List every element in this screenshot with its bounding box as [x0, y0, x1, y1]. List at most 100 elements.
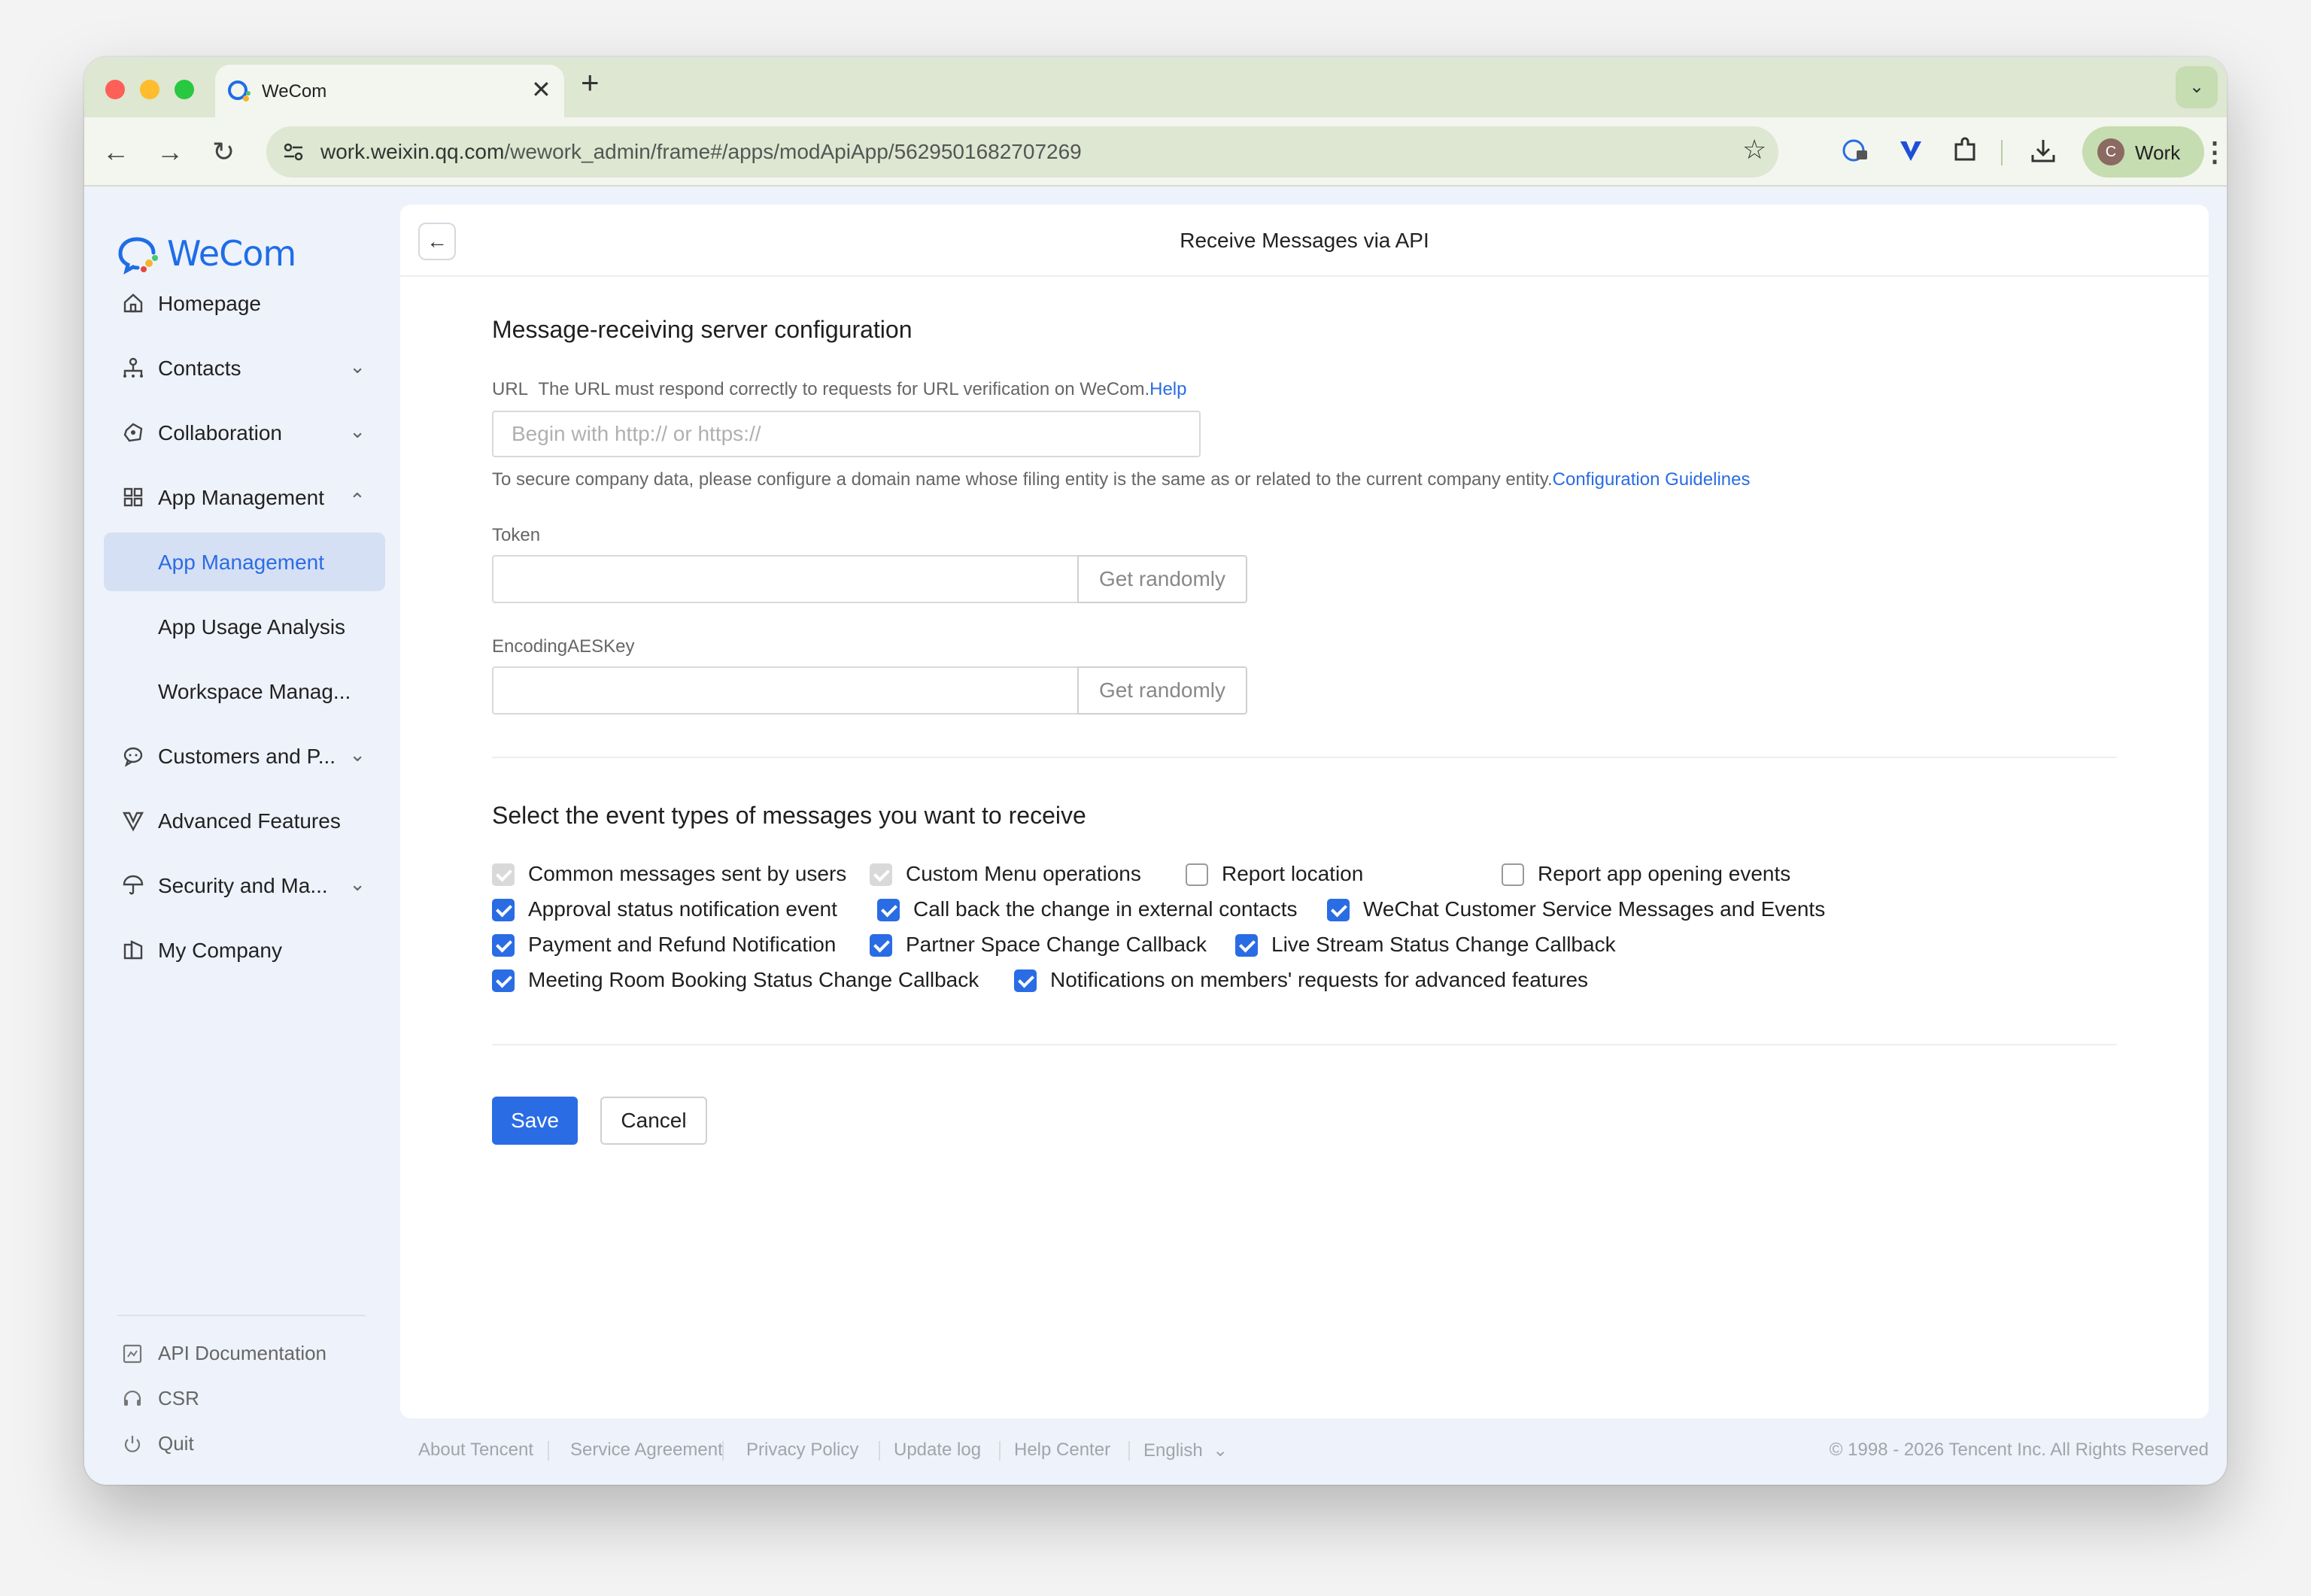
minimize-window-button[interactable] — [140, 80, 159, 99]
back-arrow-icon[interactable]: ← — [102, 134, 129, 170]
footer-separator — [999, 1441, 1001, 1461]
maximize-window-button[interactable] — [175, 80, 194, 99]
url-label: URL — [492, 379, 529, 399]
url-description: The URL must respond correctly to reques… — [538, 379, 1150, 399]
sidebar-item-security[interactable]: Security and Ma... ⌄ — [104, 856, 385, 915]
tab-bar: WeCom ✕ + ⌄ — [84, 57, 2227, 117]
save-button[interactable]: Save — [492, 1097, 578, 1145]
aes-key-get-randomly-button[interactable]: Get randomly — [1077, 666, 1247, 715]
bookmark-star-icon[interactable]: ☆ — [1742, 134, 1766, 165]
sidebar-subitem-app-usage-analysis[interactable]: App Usage Analysis — [104, 597, 385, 656]
checkbox-mark — [492, 969, 515, 992]
home-icon — [123, 293, 143, 313]
sidebar-item-label: App Management — [158, 486, 325, 509]
encoding-aes-key-label: EncodingAESKey — [492, 636, 635, 657]
forward-arrow-icon[interactable]: → — [156, 134, 184, 170]
browser-tab[interactable]: WeCom ✕ — [215, 65, 564, 117]
sidebar-item-label: Advanced Features — [158, 809, 341, 833]
url-field-label: URL The URL must respond correctly to re… — [492, 379, 1186, 400]
vpn-extension-icon[interactable] — [1896, 135, 1926, 165]
close-tab-icon[interactable]: ✕ — [531, 75, 551, 104]
site-settings-icon[interactable] — [281, 140, 305, 164]
sidebar-item-label: Contacts — [158, 357, 241, 380]
checkbox-label: Report location — [1222, 862, 1364, 885]
checkbox-mark — [1014, 969, 1037, 992]
sidebar-item-homepage[interactable]: Homepage — [104, 274, 385, 332]
close-window-button[interactable] — [105, 80, 125, 99]
checkbox-label: Live Stream Status Change Callback — [1271, 933, 1616, 956]
checkbox-mark — [492, 863, 515, 886]
chat-bubble-icon — [123, 747, 143, 767]
panel-header: Receive Messages via API ← — [400, 205, 2209, 277]
token-label: Token — [492, 525, 541, 545]
url-help-link[interactable]: Help — [1149, 379, 1186, 399]
sidebar-item-label: App Management — [158, 551, 325, 574]
sidebar-footer-label: API Documentation — [158, 1342, 327, 1364]
sidebar: WeCom Homepage Contacts ⌄ Collaboration … — [84, 187, 400, 1485]
umbrella-icon — [123, 875, 144, 895]
checkbox-label: Payment and Refund Notification — [528, 933, 837, 956]
footer-link[interactable]: Update log — [894, 1440, 981, 1461]
collaboration-icon — [123, 423, 143, 442]
encoding-aes-key-input[interactable] — [492, 666, 1079, 715]
sidebar-item-collaboration[interactable]: Collaboration ⌄ — [104, 403, 385, 462]
address-bar[interactable]: work.weixin.qq.com/wework_admin/frame#/a… — [266, 126, 1778, 178]
sidebar-subitem-app-management[interactable]: App Management — [104, 533, 385, 591]
token-input[interactable] — [492, 555, 1079, 603]
footer-link[interactable]: Help Center — [1014, 1440, 1110, 1461]
profile-name: Work — [2135, 141, 2181, 164]
sidebar-item-label: Workspace Manag... — [158, 680, 351, 703]
password-manager-icon[interactable] — [1840, 135, 1870, 165]
configuration-guidelines-link[interactable]: Configuration Guidelines — [1553, 469, 1751, 490]
browser-menu-icon[interactable]: ⋮ — [2201, 134, 2227, 170]
checkbox-mark — [1327, 899, 1350, 921]
language-selector[interactable]: English ⌄ — [1143, 1440, 1228, 1461]
chevron-down-icon: ⌄ — [349, 872, 366, 895]
sidebar-item-label: My Company — [158, 939, 282, 962]
chevron-up-icon: ⌄ — [349, 488, 366, 511]
checkbox-label: Common messages sent by users — [528, 862, 847, 885]
checkbox-mark — [492, 899, 515, 921]
back-button[interactable]: ← — [418, 223, 456, 260]
downloads-icon[interactable] — [2028, 135, 2058, 165]
chevron-down-icon: ⌄ — [349, 355, 366, 378]
cancel-button[interactable]: Cancel — [600, 1097, 707, 1145]
page-title: Receive Messages via API — [1180, 229, 1429, 252]
page-content: WeCom Homepage Contacts ⌄ Collaboration … — [84, 187, 2227, 1485]
footer-link[interactable]: Service Agreement — [570, 1440, 723, 1461]
checkbox-label: Meeting Room Booking Status Change Callb… — [528, 968, 979, 991]
sidebar-item-label: Homepage — [158, 292, 261, 315]
page-footer: About Tencent Service Agreement Privacy … — [418, 1440, 2209, 1470]
checkbox-mark — [870, 934, 892, 957]
footer-separator — [722, 1441, 724, 1461]
section-divider — [492, 1044, 2117, 1045]
tab-search-button[interactable]: ⌄ — [2176, 66, 2218, 108]
url-input[interactable] — [492, 411, 1201, 457]
profile-button[interactable]: C Work — [2082, 126, 2204, 178]
event-types-title: Select the event types of messages you w… — [492, 802, 1086, 829]
sidebar-item-my-company[interactable]: My Company — [104, 921, 385, 979]
chevron-down-icon: ⌄ — [349, 420, 366, 442]
footer-separator — [1128, 1441, 1130, 1461]
wecom-logo-icon — [118, 237, 158, 275]
sidebar-footer-label: Quit — [158, 1432, 194, 1455]
url-path: /wework_admin/frame#/apps/modApiApp/5629… — [504, 140, 1082, 163]
chevron-down-icon: ⌄ — [349, 743, 366, 766]
sidebar-item-contacts[interactable]: Contacts ⌄ — [104, 338, 385, 397]
extensions-puzzle-icon[interactable] — [1950, 135, 1980, 165]
new-tab-button[interactable]: + — [581, 65, 600, 101]
sidebar-item-label: App Usage Analysis — [158, 615, 346, 639]
sidebar-item-app-management[interactable]: App Management ⌄ — [104, 468, 385, 526]
url-host: work.weixin.qq.com — [320, 140, 505, 163]
reload-icon[interactable]: ↻ — [212, 134, 235, 170]
v-badge-icon — [122, 812, 144, 832]
checkbox-mark — [1186, 863, 1208, 886]
checkbox-mark — [877, 899, 900, 921]
tab-title: WeCom — [262, 81, 327, 102]
token-get-randomly-button[interactable]: Get randomly — [1077, 555, 1247, 603]
sidebar-item-customers[interactable]: Customers and P... ⌄ — [104, 727, 385, 785]
sidebar-item-advanced-features[interactable]: Advanced Features — [104, 791, 385, 850]
footer-link[interactable]: About Tencent — [418, 1440, 533, 1461]
footer-link[interactable]: Privacy Policy — [746, 1440, 858, 1461]
sidebar-subitem-workspace-management[interactable]: Workspace Manag... — [104, 662, 385, 721]
